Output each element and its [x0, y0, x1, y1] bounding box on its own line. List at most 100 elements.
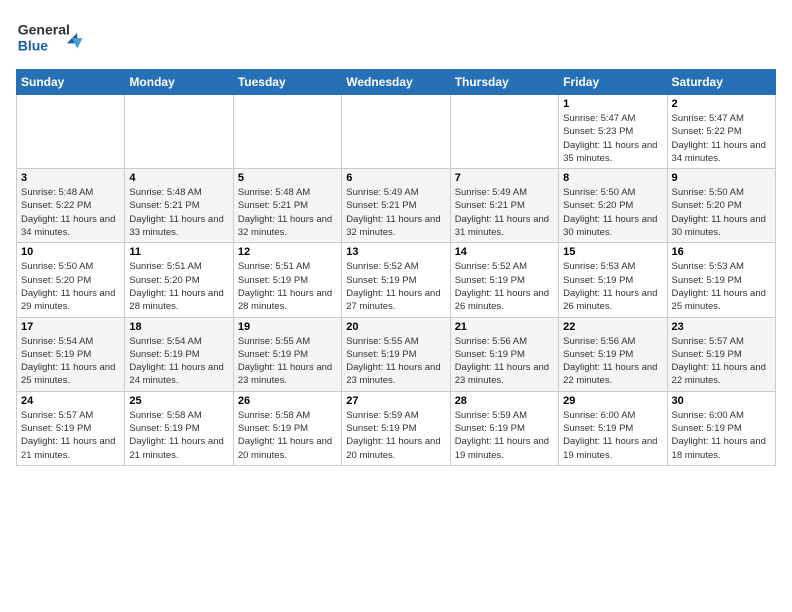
- day-number: 2: [672, 98, 771, 110]
- day-info: Sunrise: 5:57 AM Sunset: 5:19 PM Dayligh…: [21, 409, 120, 462]
- calendar-cell: 24 Sunrise: 5:57 AM Sunset: 5:19 PM Dayli…: [17, 391, 125, 465]
- day-info: Sunrise: 5:52 AM Sunset: 5:19 PM Dayligh…: [346, 260, 445, 313]
- day-number: 8: [563, 172, 662, 184]
- svg-text:General: General: [18, 22, 70, 38]
- calendar-cell: 6 Sunrise: 5:49 AM Sunset: 5:21 PM Daylig…: [342, 169, 450, 243]
- day-info: Sunrise: 5:57 AM Sunset: 5:19 PM Dayligh…: [672, 335, 771, 388]
- calendar-cell: [233, 95, 341, 169]
- calendar-cell: 18Sunrise: 5:54 AM Sunset: 5:19 PM Dayli…: [125, 317, 233, 391]
- day-info: Sunrise: 5:47 AM Sunset: 5:23 PM Dayligh…: [563, 112, 662, 165]
- day-info: Sunrise: 5:50 AM Sunset: 5:20 PM Dayligh…: [672, 186, 771, 239]
- day-of-week-header: Sunday: [17, 70, 125, 95]
- logo: GeneralBlue: [16, 16, 90, 61]
- day-info: Sunrise: 5:52 AM Sunset: 5:19 PM Dayligh…: [455, 260, 554, 313]
- calendar-cell: [17, 95, 125, 169]
- day-number: 15: [563, 246, 662, 258]
- calendar-cell: 16Sunrise: 5:53 AM Sunset: 5:19 PM Dayli…: [667, 243, 775, 317]
- day-number: 1: [563, 98, 662, 110]
- day-of-week-header: Wednesday: [342, 70, 450, 95]
- day-info: Sunrise: 5:54 AM Sunset: 5:19 PM Dayligh…: [129, 335, 228, 388]
- day-info: Sunrise: 5:50 AM Sunset: 5:20 PM Dayligh…: [563, 186, 662, 239]
- calendar-cell: [125, 95, 233, 169]
- day-number: 17: [21, 321, 120, 333]
- day-info: Sunrise: 5:53 AM Sunset: 5:19 PM Dayligh…: [563, 260, 662, 313]
- calendar-cell: 27Sunrise: 5:59 AM Sunset: 5:19 PM Dayli…: [342, 391, 450, 465]
- day-number: 16: [672, 246, 771, 258]
- day-info: Sunrise: 5:58 AM Sunset: 5:19 PM Dayligh…: [238, 409, 337, 462]
- day-info: Sunrise: 5:49 AM Sunset: 5:21 PM Dayligh…: [455, 186, 554, 239]
- day-number: 11: [129, 246, 228, 258]
- day-info: Sunrise: 5:48 AM Sunset: 5:21 PM Dayligh…: [238, 186, 337, 239]
- logo-icon: GeneralBlue: [16, 16, 86, 61]
- calendar-cell: 12 Sunrise: 5:51 AM Sunset: 5:19 PM Dayli…: [233, 243, 341, 317]
- day-number: 9: [672, 172, 771, 184]
- day-number: 26: [238, 395, 337, 407]
- calendar-week-row: 24 Sunrise: 5:57 AM Sunset: 5:19 PM Dayli…: [17, 391, 776, 465]
- day-of-week-header: Saturday: [667, 70, 775, 95]
- calendar-cell: 11 Sunrise: 5:51 AM Sunset: 5:20 PM Dayli…: [125, 243, 233, 317]
- day-number: 5: [238, 172, 337, 184]
- day-number: 7: [455, 172, 554, 184]
- day-number: 13: [346, 246, 445, 258]
- page-header: GeneralBlue: [16, 16, 776, 61]
- calendar-week-row: 17 Sunrise: 5:54 AM Sunset: 5:19 PM Dayli…: [17, 317, 776, 391]
- calendar-cell: 15 Sunrise: 5:53 AM Sunset: 5:19 PM Dayli…: [559, 243, 667, 317]
- day-number: 22: [563, 321, 662, 333]
- day-number: 19: [238, 321, 337, 333]
- day-number: 25: [129, 395, 228, 407]
- day-number: 12: [238, 246, 337, 258]
- calendar-cell: 20Sunrise: 5:55 AM Sunset: 5:19 PM Dayli…: [342, 317, 450, 391]
- day-number: 3: [21, 172, 120, 184]
- calendar-cell: 30 Sunrise: 6:00 AM Sunset: 5:19 PM Dayli…: [667, 391, 775, 465]
- calendar-cell: 21 Sunrise: 5:56 AM Sunset: 5:19 PM Dayli…: [450, 317, 558, 391]
- day-number: 14: [455, 246, 554, 258]
- day-info: Sunrise: 5:55 AM Sunset: 5:19 PM Dayligh…: [238, 335, 337, 388]
- calendar-cell: 1 Sunrise: 5:47 AM Sunset: 5:23 PM Daylig…: [559, 95, 667, 169]
- calendar-cell: 28Sunrise: 5:59 AM Sunset: 5:19 PM Dayli…: [450, 391, 558, 465]
- day-info: Sunrise: 5:54 AM Sunset: 5:19 PM Dayligh…: [21, 335, 120, 388]
- day-number: 4: [129, 172, 228, 184]
- day-info: Sunrise: 5:58 AM Sunset: 5:19 PM Dayligh…: [129, 409, 228, 462]
- day-number: 30: [672, 395, 771, 407]
- day-info: Sunrise: 5:51 AM Sunset: 5:19 PM Dayligh…: [238, 260, 337, 313]
- calendar-header-row: SundayMondayTuesdayWednesdayThursdayFrid…: [17, 70, 776, 95]
- day-info: Sunrise: 5:49 AM Sunset: 5:21 PM Dayligh…: [346, 186, 445, 239]
- calendar-week-row: 1 Sunrise: 5:47 AM Sunset: 5:23 PM Daylig…: [17, 95, 776, 169]
- day-info: Sunrise: 5:48 AM Sunset: 5:21 PM Dayligh…: [129, 186, 228, 239]
- day-info: Sunrise: 6:00 AM Sunset: 5:19 PM Dayligh…: [672, 409, 771, 462]
- day-number: 6: [346, 172, 445, 184]
- calendar-cell: [342, 95, 450, 169]
- calendar-cell: 10Sunrise: 5:50 AM Sunset: 5:20 PM Dayli…: [17, 243, 125, 317]
- day-info: Sunrise: 5:47 AM Sunset: 5:22 PM Dayligh…: [672, 112, 771, 165]
- day-info: Sunrise: 5:56 AM Sunset: 5:19 PM Dayligh…: [455, 335, 554, 388]
- day-number: 23: [672, 321, 771, 333]
- calendar-cell: 7 Sunrise: 5:49 AM Sunset: 5:21 PM Daylig…: [450, 169, 558, 243]
- day-of-week-header: Monday: [125, 70, 233, 95]
- calendar-cell: 2 Sunrise: 5:47 AM Sunset: 5:22 PM Daylig…: [667, 95, 775, 169]
- calendar-cell: 4 Sunrise: 5:48 AM Sunset: 5:21 PM Daylig…: [125, 169, 233, 243]
- calendar-week-row: 3 Sunrise: 5:48 AM Sunset: 5:22 PM Daylig…: [17, 169, 776, 243]
- day-info: Sunrise: 5:59 AM Sunset: 5:19 PM Dayligh…: [455, 409, 554, 462]
- day-info: Sunrise: 5:48 AM Sunset: 5:22 PM Dayligh…: [21, 186, 120, 239]
- svg-text:Blue: Blue: [18, 37, 49, 53]
- day-info: Sunrise: 5:51 AM Sunset: 5:20 PM Dayligh…: [129, 260, 228, 313]
- calendar-cell: 9 Sunrise: 5:50 AM Sunset: 5:20 PM Daylig…: [667, 169, 775, 243]
- calendar-cell: 25 Sunrise: 5:58 AM Sunset: 5:19 PM Dayli…: [125, 391, 233, 465]
- day-of-week-header: Thursday: [450, 70, 558, 95]
- calendar-week-row: 10Sunrise: 5:50 AM Sunset: 5:20 PM Dayli…: [17, 243, 776, 317]
- calendar-cell: 19 Sunrise: 5:55 AM Sunset: 5:19 PM Dayli…: [233, 317, 341, 391]
- calendar-cell: 26 Sunrise: 5:58 AM Sunset: 5:19 PM Dayli…: [233, 391, 341, 465]
- calendar-cell: 3 Sunrise: 5:48 AM Sunset: 5:22 PM Daylig…: [17, 169, 125, 243]
- day-number: 21: [455, 321, 554, 333]
- day-number: 24: [21, 395, 120, 407]
- calendar-cell: 17 Sunrise: 5:54 AM Sunset: 5:19 PM Dayli…: [17, 317, 125, 391]
- calendar-cell: 29 Sunrise: 6:00 AM Sunset: 5:19 PM Dayli…: [559, 391, 667, 465]
- day-info: Sunrise: 6:00 AM Sunset: 5:19 PM Dayligh…: [563, 409, 662, 462]
- calendar-cell: 14 Sunrise: 5:52 AM Sunset: 5:19 PM Dayli…: [450, 243, 558, 317]
- calendar-cell: 22Sunrise: 5:56 AM Sunset: 5:19 PM Dayli…: [559, 317, 667, 391]
- calendar-cell: 8 Sunrise: 5:50 AM Sunset: 5:20 PM Daylig…: [559, 169, 667, 243]
- day-number: 29: [563, 395, 662, 407]
- day-info: Sunrise: 5:50 AM Sunset: 5:20 PM Dayligh…: [21, 260, 120, 313]
- day-of-week-header: Friday: [559, 70, 667, 95]
- calendar-cell: 23 Sunrise: 5:57 AM Sunset: 5:19 PM Dayli…: [667, 317, 775, 391]
